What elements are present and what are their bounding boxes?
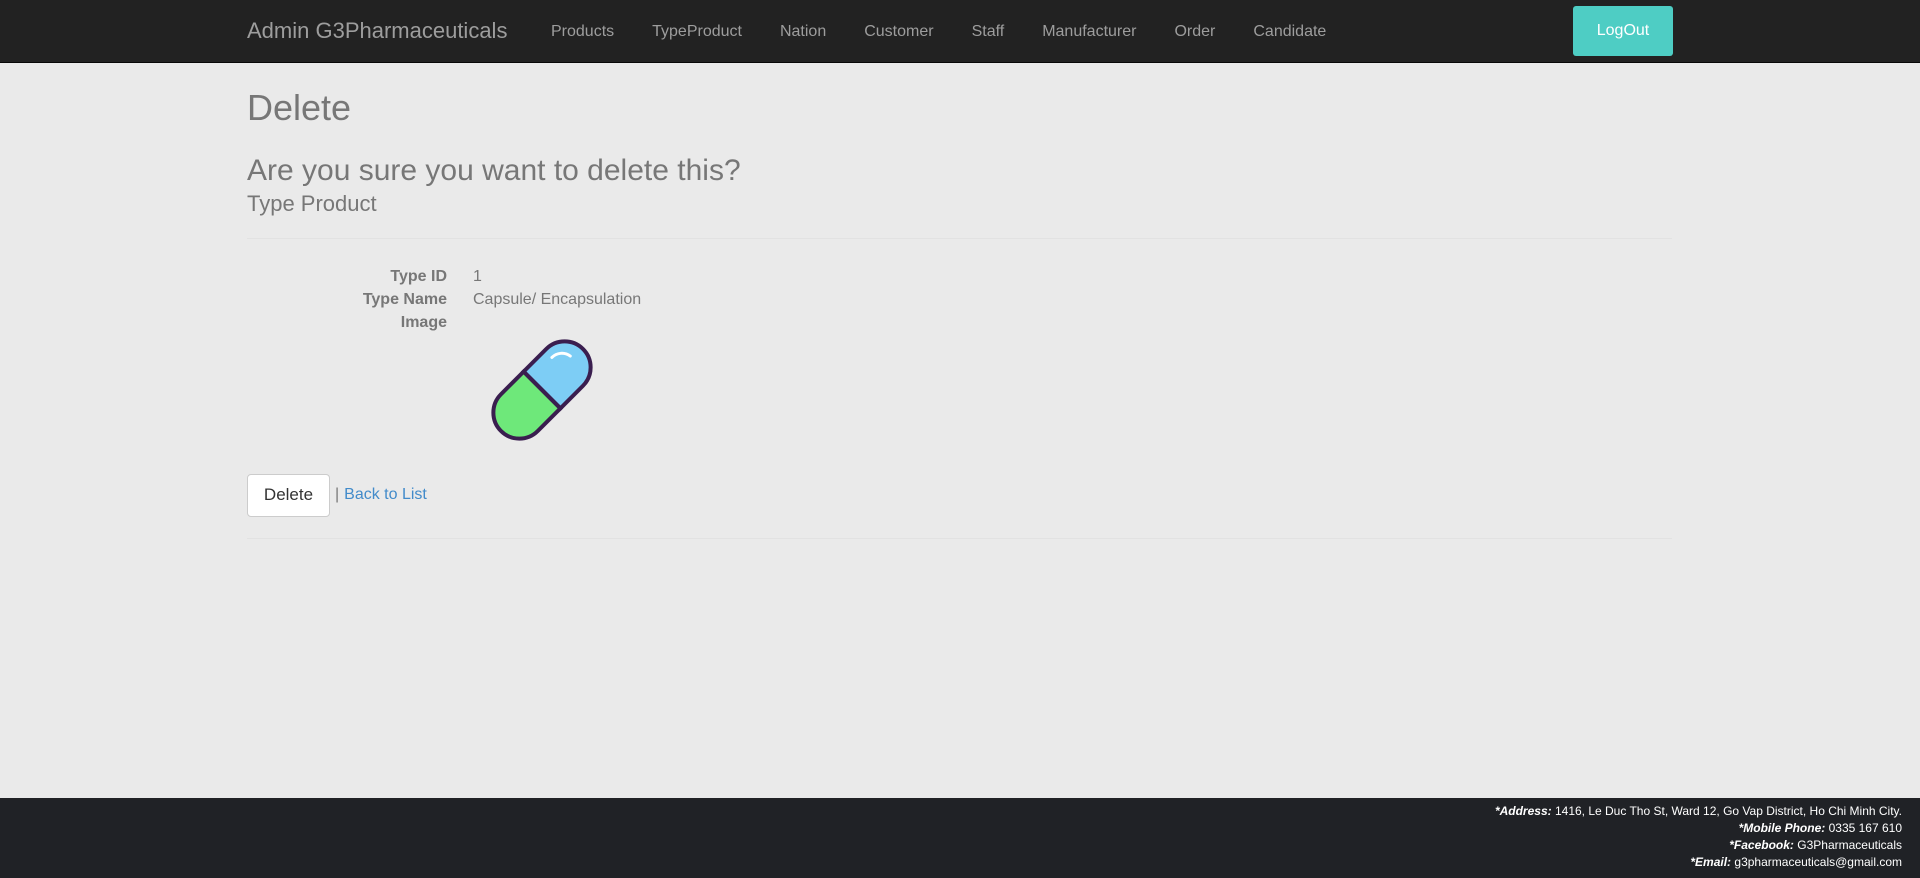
detail-row-type-name: Type Name Capsule/ Encapsulation	[247, 288, 1672, 311]
detail-value: Capsule/ Encapsulation	[473, 290, 642, 308]
footer-phone-value: 0335 167 610	[1828, 821, 1902, 835]
detail-label: Image	[400, 313, 447, 331]
details-list: Type ID 1 Type Name Capsule/ Encapsulati…	[247, 265, 1672, 450]
divider	[247, 537, 1672, 539]
footer-facebook-value: G3Pharmaceuticals	[1797, 838, 1902, 852]
brand-link[interactable]: Admin G3Pharmaceuticals	[247, 18, 507, 44]
detail-label: Type ID	[390, 267, 447, 285]
nav-menu: Products TypeProduct Nation Customer Sta…	[532, 0, 1345, 63]
nav-typeproduct[interactable]: TypeProduct	[633, 0, 761, 63]
nav-staff[interactable]: Staff	[953, 0, 1024, 63]
delete-confirmation-text: Are you sure you want to delete this?	[247, 153, 741, 187]
nav-order[interactable]: Order	[1155, 0, 1234, 63]
logout-button[interactable]: LogOut	[1573, 6, 1673, 56]
footer-address: *Address: 1416, Le Duc Tho St, Ward 12, …	[0, 803, 1902, 820]
nav-manufacturer[interactable]: Manufacturer	[1023, 0, 1155, 63]
footer-phone: *Mobile Phone: 0335 167 610	[0, 820, 1902, 837]
footer-address-label: *Address:	[1494, 804, 1552, 818]
nav-candidate[interactable]: Candidate	[1234, 0, 1345, 63]
detail-value: 1	[473, 267, 482, 285]
main-content: Delete Are you sure you want to delete t…	[247, 63, 1672, 539]
detail-label: Type Name	[362, 290, 447, 308]
footer-address-value: 1416, Le Duc Tho St, Ward 12, Go Vap Dis…	[1554, 804, 1902, 818]
nav-customer[interactable]: Customer	[845, 0, 952, 63]
divider	[247, 237, 1672, 239]
action-separator: |	[335, 486, 340, 504]
footer-email-value: g3pharmaceuticals@gmail.com	[1734, 855, 1902, 869]
footer-email-label: *Email:	[1690, 855, 1732, 869]
site-footer: *Address: 1416, Le Duc Tho St, Ward 12, …	[0, 798, 1920, 878]
entity-name: Type Product	[247, 190, 377, 216]
top-navbar: Admin G3Pharmaceuticals Products TypePro…	[0, 0, 1920, 63]
footer-email: *Email: g3pharmaceuticals@gmail.com	[0, 854, 1902, 871]
detail-row-image: Image	[247, 311, 1672, 334]
form-actions: Delete | Back to List	[247, 473, 1672, 517]
footer-facebook: *Facebook: G3Pharmaceuticals	[0, 837, 1902, 854]
nav-products[interactable]: Products	[532, 0, 633, 63]
back-to-list-link[interactable]: Back to List	[344, 486, 427, 504]
footer-phone-label: *Mobile Phone:	[1738, 821, 1826, 835]
detail-row-type-id: Type ID 1	[247, 265, 1672, 288]
delete-button[interactable]: Delete	[247, 473, 330, 517]
capsule-icon	[491, 339, 593, 441]
nav-nation[interactable]: Nation	[761, 0, 845, 63]
page-title: Delete	[247, 87, 352, 128]
footer-facebook-label: *Facebook:	[1729, 838, 1794, 852]
type-image	[482, 330, 602, 450]
